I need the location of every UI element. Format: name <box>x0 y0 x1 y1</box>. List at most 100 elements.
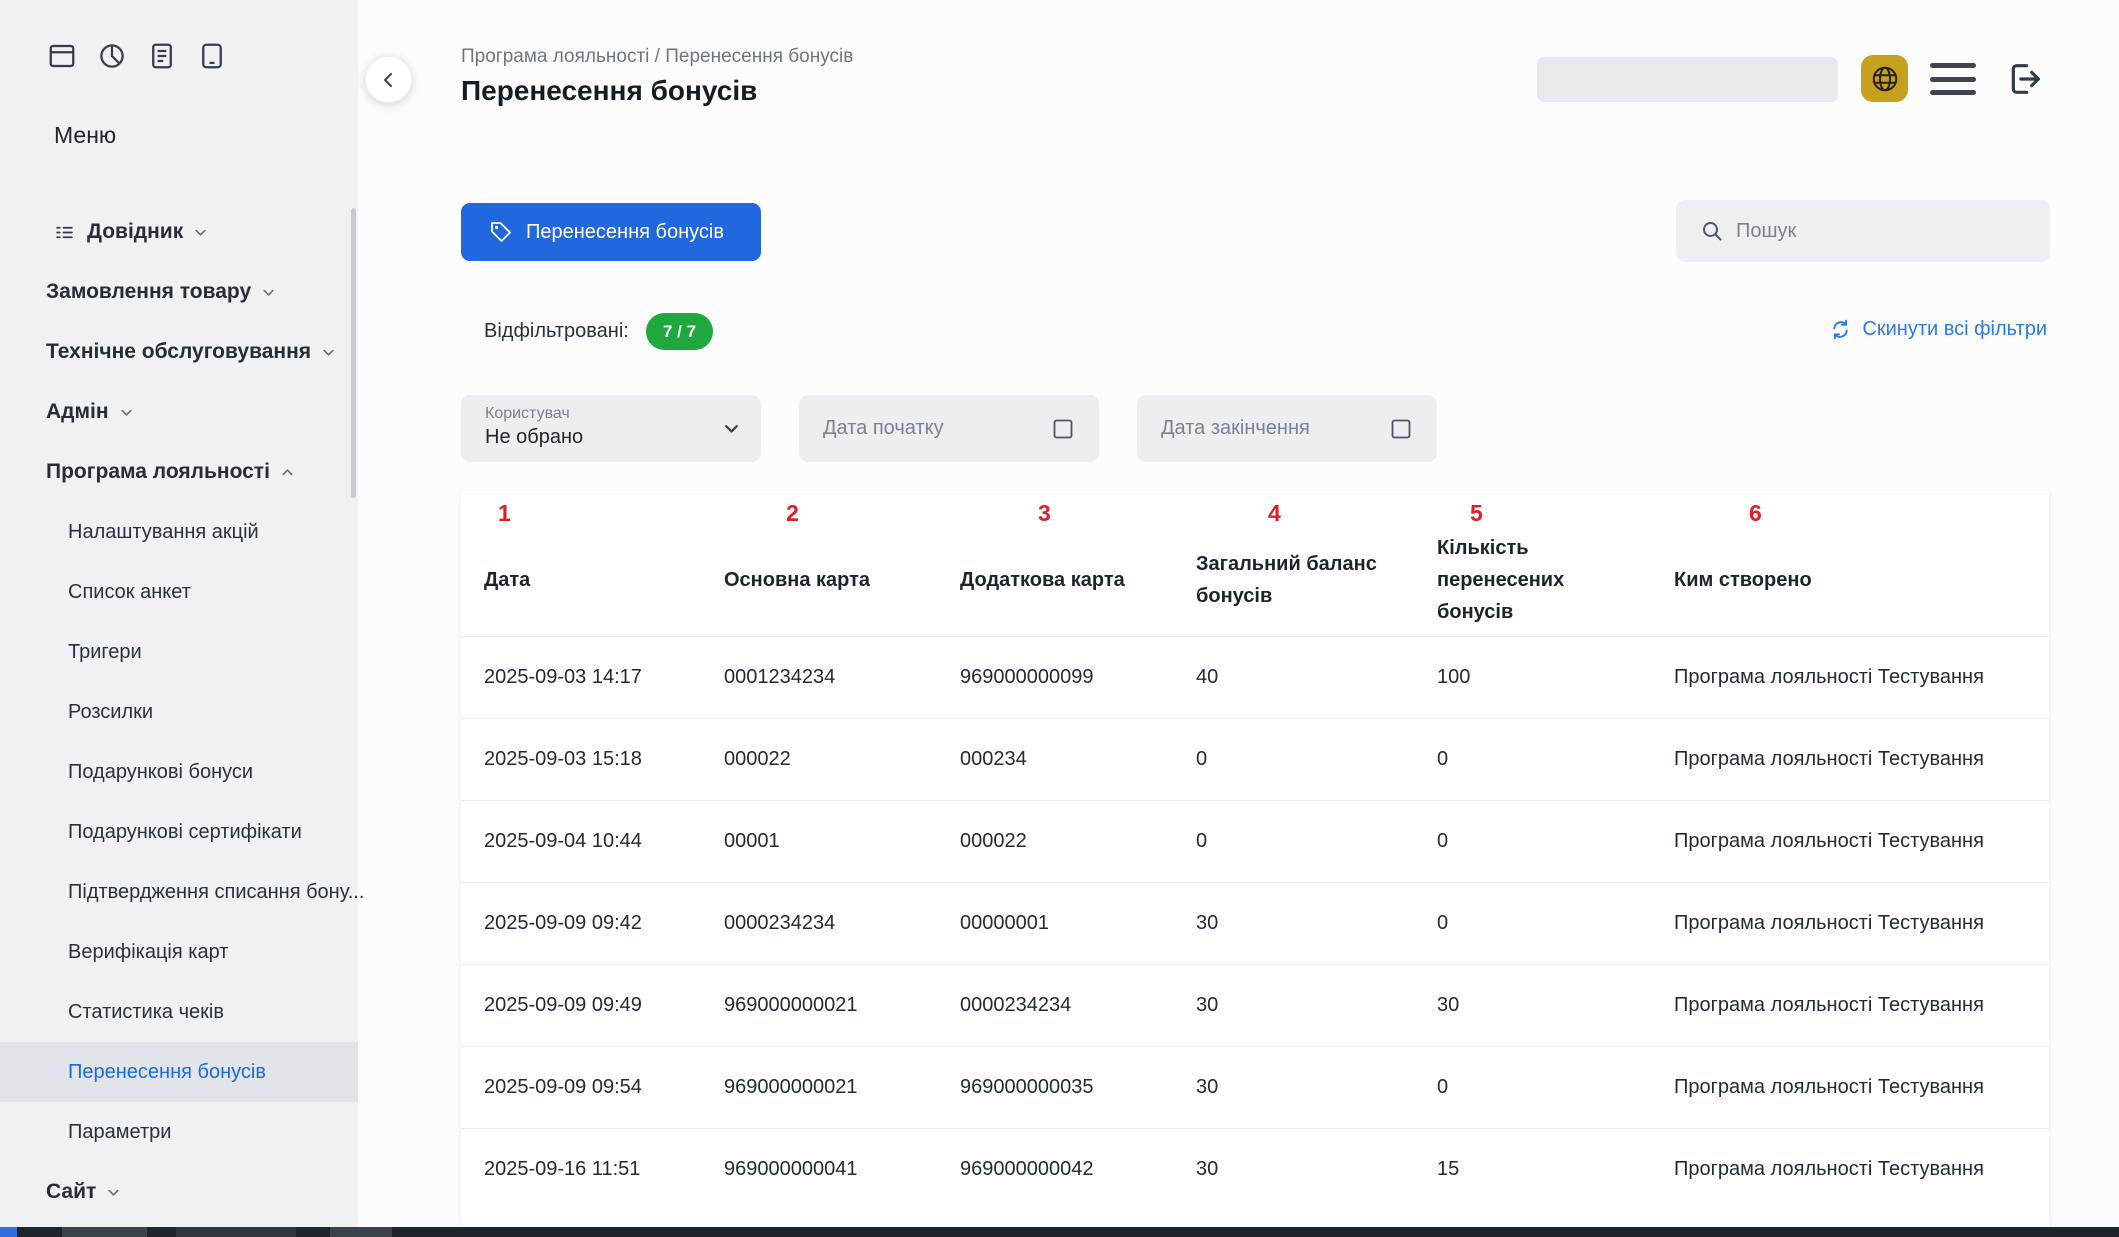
bonus-transfers-table: 1Дата2Основна карта3Додаткова карта4Зага… <box>461 491 2049 1227</box>
breadcrumb[interactable]: Програма лояльності / Перенесення бонусі… <box>461 46 853 68</box>
search-input[interactable] <box>1736 200 2050 262</box>
column-header-label: Кількість перенесених бонусів <box>1437 532 1674 636</box>
sidebar: Меню ДовідникЗамовлення товаруТехнічне о… <box>0 0 358 1237</box>
table-cell: 0 <box>1196 719 1437 801</box>
table-cell: Програма лояльності Тестування <box>1674 1129 2049 1211</box>
window-icon[interactable] <box>46 40 78 72</box>
sidebar-item[interactable]: Подарункові сертифікати <box>0 802 358 862</box>
table-cell: Програма лояльності Тестування <box>1674 637 2049 719</box>
table-cell: 2025-09-09 09:49 <box>461 965 724 1047</box>
table-header-row: 1Дата2Основна карта3Додаткова карта4Зага… <box>461 491 2049 637</box>
app-root: Меню ДовідникЗамовлення товаруТехнічне о… <box>0 0 2119 1237</box>
table-row[interactable]: 2025-09-03 14:17000123423496900000009940… <box>461 637 2049 719</box>
sidebar-item-label: Тригери <box>68 641 142 664</box>
table-cell: 40 <box>1196 637 1437 719</box>
sidebar-item[interactable]: Довідник <box>0 202 358 262</box>
table-cell: 000234 <box>960 719 1196 801</box>
table-row[interactable]: 2025-09-09 09:49969000000021000023423430… <box>461 965 2049 1047</box>
sidebar-item-label: Верифікація карт <box>68 941 228 964</box>
sidebar-item-label: Подарункові бонуси <box>68 761 253 784</box>
header-placeholder <box>1537 57 1838 102</box>
table-cell: 0000234234 <box>724 883 960 965</box>
transfer-bonuses-button[interactable]: Перенесення бонусів <box>461 203 761 261</box>
date-end-input[interactable]: Дата закінчення <box>1137 395 1437 462</box>
user-filter-dropdown[interactable]: Користувач Не обрано <box>461 395 761 462</box>
sidebar-item[interactable]: Верифікація карт <box>0 922 358 982</box>
annotation-number: 1 <box>498 500 724 532</box>
date-start-placeholder: Дата початку <box>823 417 944 440</box>
sidebar-item-label: Підтвердження списання бону... <box>68 881 364 904</box>
sidebar-item[interactable]: Налаштування акцій <box>0 502 358 562</box>
tablet-icon[interactable] <box>196 40 228 72</box>
table-cell: 2025-09-03 14:17 <box>461 637 724 719</box>
search-box[interactable] <box>1676 200 2050 262</box>
sidebar-scrollbar[interactable] <box>351 208 356 498</box>
pie-chart-icon[interactable] <box>96 40 128 72</box>
sidebar-collapse-button[interactable] <box>365 56 412 103</box>
sidebar-item-label: Технічне обслуговування <box>46 340 311 364</box>
sidebar-item[interactable]: Подарункові бонуси <box>0 742 358 802</box>
table-cell: Програма лояльності Тестування <box>1674 965 2049 1047</box>
table-cell: 0 <box>1196 801 1437 883</box>
chevron-down-icon <box>321 345 336 360</box>
sidebar-item[interactable]: Тригери <box>0 622 358 682</box>
sidebar-item[interactable]: Адмін <box>0 382 358 442</box>
annotation-number: 3 <box>1038 500 1196 532</box>
sidebar-item[interactable]: Список анкет <box>0 562 358 622</box>
table-cell: 0 <box>1437 719 1674 801</box>
transfer-bonuses-button-label: Перенесення бонусів <box>526 221 724 244</box>
main-area: Програма лояльності / Перенесення бонусі… <box>358 0 2119 1237</box>
reset-filters-label: Скинути всі фільтри <box>1862 318 2047 341</box>
chevron-down-icon <box>193 225 208 240</box>
table-cell: Програма лояльності Тестування <box>1674 719 2049 801</box>
annotation-number: 6 <box>1749 500 2049 532</box>
table-row[interactable]: 2025-09-16 11:51969000000041969000000042… <box>461 1129 2049 1211</box>
sidebar-item-label: Статистика чеків <box>68 1001 224 1024</box>
sidebar-item[interactable]: Підтвердження списання бону... <box>0 862 358 922</box>
sidebar-item[interactable]: Розсилки <box>0 682 358 742</box>
table-cell: 00000001 <box>960 883 1196 965</box>
table-cell: 30 <box>1196 1129 1437 1211</box>
filtered-count-badge: 7 / 7 <box>646 313 713 350</box>
document-icon[interactable] <box>146 40 178 72</box>
sidebar-item[interactable]: Технічне обслуговування <box>0 322 358 382</box>
sidebar-item-label: Довідник <box>87 220 183 244</box>
menu-toggle-button[interactable] <box>1930 63 1976 95</box>
table-cell: 100 <box>1437 637 1674 719</box>
table-cell: Програма лояльності Тестування <box>1674 801 2049 883</box>
table-cell: 0 <box>1437 801 1674 883</box>
sidebar-item[interactable]: Статистика чеків <box>0 982 358 1042</box>
logout-button[interactable] <box>2002 56 2048 102</box>
table-row[interactable]: 2025-09-04 10:440000100002200Програма ло… <box>461 801 2049 883</box>
table-cell: 0 <box>1437 883 1674 965</box>
sidebar-item[interactable]: Параметри <box>0 1102 358 1162</box>
table-cell: 969000000099 <box>960 637 1196 719</box>
table-cell: 30 <box>1196 883 1437 965</box>
sidebar-item[interactable]: Перенесення бонусів <box>0 1042 358 1102</box>
table-column-header: 1Дата <box>461 491 724 637</box>
language-globe-button[interactable] <box>1861 55 1908 102</box>
sidebar-item-label: Сайт <box>46 1180 96 1204</box>
table-cell: 000022 <box>960 801 1196 883</box>
table-row[interactable]: 2025-09-09 09:54969000000021969000000035… <box>461 1047 2049 1129</box>
sidebar-item[interactable]: Замовлення товару <box>0 262 358 322</box>
table-row[interactable]: 2025-09-03 15:1800002200023400Програма л… <box>461 719 2049 801</box>
sidebar-item[interactable]: Програма лояльності <box>0 442 358 502</box>
reset-filters-link[interactable]: Скинути всі фільтри <box>1829 318 2047 341</box>
user-filter-label: Користувач <box>485 405 761 423</box>
sidebar-menu: Довідник Замовлення товару Технічне обслуг… <box>0 202 358 1222</box>
date-start-input[interactable]: Дата початку <box>799 395 1099 462</box>
sidebar-item-label: Замовлення товару <box>46 280 251 304</box>
sidebar-item[interactable]: Сайт <box>0 1162 358 1222</box>
chevron-down-icon <box>722 419 741 443</box>
table-row[interactable]: 2025-09-09 09:42000023423400000001300Про… <box>461 883 2049 965</box>
table-cell: 969000000035 <box>960 1047 1196 1129</box>
list-icon <box>54 222 75 243</box>
table-column-header: 2Основна карта <box>724 491 960 637</box>
chevron-down-icon <box>261 285 276 300</box>
user-filter-value: Не обрано <box>485 426 761 449</box>
chevron-up-icon <box>280 465 295 480</box>
sidebar-item-label: Перенесення бонусів <box>68 1061 266 1084</box>
sidebar-item-label: Розсилки <box>68 701 153 724</box>
table-cell: 969000000042 <box>960 1129 1196 1211</box>
